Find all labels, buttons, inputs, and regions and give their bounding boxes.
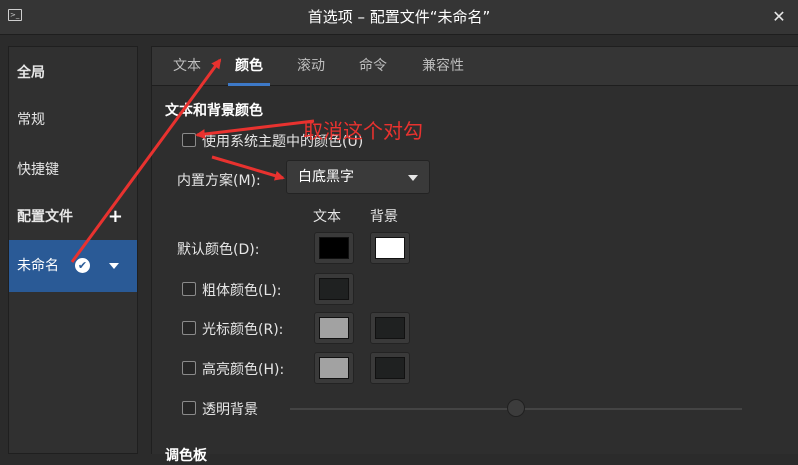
color-swatch <box>375 237 405 259</box>
sidebar-item-general[interactable]: 常规 <box>9 100 137 140</box>
sidebar-item-profiles: 配置文件 + <box>9 197 137 237</box>
section-title-palette: 调色板 <box>165 448 207 464</box>
chevron-down-icon <box>408 175 418 181</box>
tab-scrolling[interactable]: 滚动 <box>296 47 326 85</box>
cursor-color-label: 光标颜色(R): <box>202 322 284 338</box>
color-swatch <box>319 357 349 379</box>
tab-command[interactable]: 命令 <box>358 47 388 85</box>
transparent-bg-checkbox[interactable] <box>182 401 196 415</box>
color-swatch <box>319 237 349 259</box>
sidebar-item-profile-unnamed[interactable]: 未命名 ✔ <box>9 240 137 292</box>
sidebar: 全局 常规 快捷键 配置文件 + 未命名 ✔ <box>8 46 138 454</box>
title-bar: >_ 首选项 – 配置文件“未命名” ✕ <box>0 0 798 35</box>
highlight-bg-color-button[interactable] <box>370 352 410 384</box>
color-swatch <box>375 357 405 379</box>
profile-name: 未命名 <box>17 258 59 274</box>
use-system-theme-checkbox[interactable] <box>182 133 196 147</box>
tab-bar: 文本 颜色 滚动 命令 兼容性 <box>152 47 798 86</box>
profile-menu-chevron-down-icon[interactable] <box>109 263 119 269</box>
profiles-heading: 配置文件 <box>17 209 73 225</box>
builtin-scheme-select[interactable]: 白底黑字 <box>286 160 430 194</box>
highlight-text-color-button[interactable] <box>314 352 354 384</box>
default-bg-color-button[interactable] <box>370 232 410 264</box>
close-icon[interactable]: ✕ <box>768 6 790 28</box>
column-header-text: 文本 <box>313 209 341 225</box>
color-swatch <box>319 278 349 300</box>
tab-colors[interactable]: 颜色 <box>228 47 270 86</box>
tab-text[interactable]: 文本 <box>172 47 202 85</box>
color-swatch <box>375 317 405 339</box>
bold-color-label: 粗体颜色(L): <box>202 283 282 299</box>
window-title: 首选项 – 配置文件“未命名” <box>307 8 491 26</box>
tab-compatibility[interactable]: 兼容性 <box>420 47 466 85</box>
default-text-color-button[interactable] <box>314 232 354 264</box>
highlight-color-checkbox[interactable] <box>182 361 196 375</box>
section-title-text-bg-colors: 文本和背景颜色 <box>165 103 263 119</box>
cursor-bg-color-button[interactable] <box>370 312 410 344</box>
bold-color-checkbox[interactable] <box>182 282 196 296</box>
default-color-label: 默认颜色(D): <box>177 242 260 258</box>
default-check-icon: ✔ <box>75 258 90 273</box>
sidebar-item-shortcuts[interactable]: 快捷键 <box>9 150 137 190</box>
column-header-background: 背景 <box>370 209 398 225</box>
transparency-slider-handle[interactable] <box>507 399 525 417</box>
sidebar-item-global[interactable]: 全局 <box>9 53 137 93</box>
cursor-color-checkbox[interactable] <box>182 321 196 335</box>
cursor-text-color-button[interactable] <box>314 312 354 344</box>
add-profile-button[interactable]: + <box>108 197 123 237</box>
preferences-panel: 文本 颜色 滚动 命令 兼容性 文本和背景颜色 使用系统主题中的颜色(U) 内置… <box>151 46 798 464</box>
builtin-scheme-value: 白底黑字 <box>298 169 354 185</box>
builtin-scheme-label: 内置方案(M): <box>177 173 261 189</box>
highlight-color-label: 高亮颜色(H): <box>202 362 285 378</box>
color-swatch <box>319 317 349 339</box>
transparent-bg-label: 透明背景 <box>202 402 258 418</box>
bold-text-color-button[interactable] <box>314 273 354 305</box>
annotation-text: 取消这个对勾 <box>303 119 423 143</box>
